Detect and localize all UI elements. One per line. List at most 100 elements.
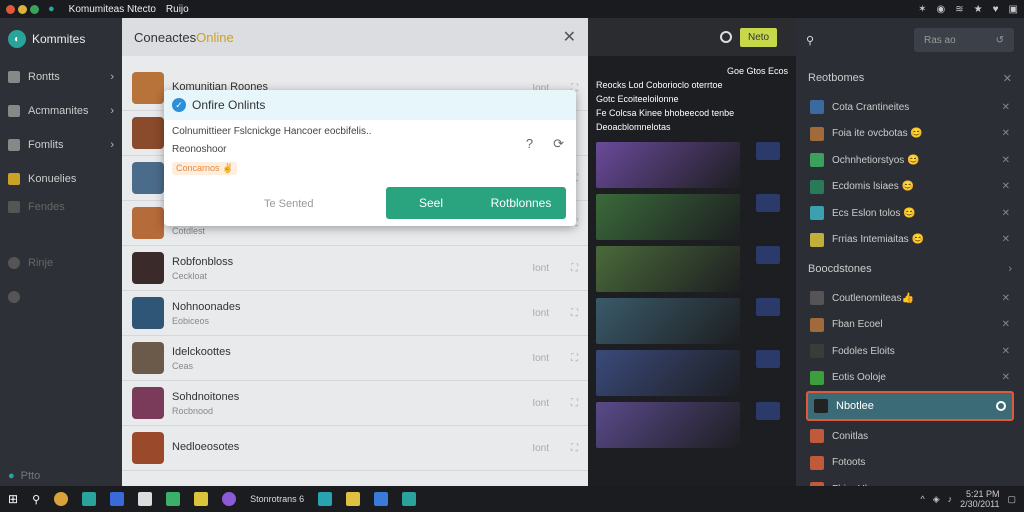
app-icon[interactable] — [194, 492, 209, 506]
next-button[interactable]: Neto — [740, 27, 778, 47]
pin-icon[interactable]: ✕ — [1002, 293, 1010, 304]
panel-item[interactable]: Conitlas — [796, 423, 1024, 450]
sidebar-extra-1[interactable]: Rinje — [0, 246, 122, 280]
help-icon[interactable]: ? — [526, 136, 533, 152]
pin-icon[interactable]: ✕ — [1002, 372, 1010, 383]
panel-item[interactable]: Fotoots — [796, 450, 1024, 477]
taskbar-app-label[interactable]: Stonrotrans 6 — [250, 494, 304, 504]
thumbnail-row[interactable] — [588, 194, 796, 246]
thumbnail-side[interactable] — [756, 402, 780, 420]
list-item[interactable]: Robfonbloss Ceckloat Iont ⛶ — [122, 246, 588, 291]
network-icon[interactable]: ◈ — [933, 494, 940, 505]
thumbnail-side[interactable] — [756, 246, 780, 264]
thumbnail-row[interactable] — [588, 298, 796, 350]
chevron-right-icon[interactable]: › — [1008, 263, 1012, 275]
pin-icon[interactable]: ✕ — [1002, 155, 1010, 166]
thumbnail[interactable] — [596, 194, 740, 240]
app-icon[interactable] — [402, 492, 417, 506]
thumbnail[interactable] — [596, 142, 740, 188]
panel-item[interactable]: Frrias Intemiaitas 😊 ✕ — [796, 227, 1024, 254]
thumbnail[interactable] — [596, 246, 740, 292]
expand-icon[interactable]: ⛶ — [571, 308, 578, 319]
highlighted-item[interactable]: Nbotlee — [806, 391, 1014, 421]
info-icon[interactable]: ◉ — [937, 4, 946, 15]
thumbnail[interactable] — [596, 298, 740, 344]
red-dot-icon[interactable] — [6, 4, 15, 14]
pin-icon[interactable]: ✕ — [1002, 128, 1010, 139]
sidebar-bottom[interactable]: ● Ptto — [8, 470, 40, 482]
folder-icon[interactable] — [346, 492, 361, 506]
pin-icon[interactable]: ✕ — [1002, 208, 1010, 219]
thumbnail-row[interactable] — [588, 246, 796, 298]
panel-item[interactable]: Fban Ecoel ✕ — [796, 312, 1024, 339]
app-icon[interactable] — [110, 492, 125, 506]
star-icon[interactable]: ✶ — [918, 4, 926, 15]
search-input[interactable]: Ras ao ↺ — [914, 28, 1014, 52]
primary-button[interactable]: Seel Rotblonnes — [386, 187, 566, 219]
thumbnail-side[interactable] — [756, 350, 780, 368]
expand-icon[interactable]: ⛶ — [571, 398, 578, 409]
volume-icon[interactable]: ♪ — [948, 494, 953, 504]
expand-icon[interactable]: ⛶ — [571, 263, 578, 274]
panel-item[interactable]: Coutlenomiteas👍 ✕ — [796, 285, 1024, 312]
chevron-up-icon[interactable]: ^ — [920, 494, 924, 504]
list-item[interactable]: Nedloeosotes Iont ⛶ — [122, 426, 588, 471]
sidebar-brand[interactable]: ◐ Kommites — [0, 18, 122, 60]
windows-icon[interactable]: ⊞ — [8, 492, 18, 506]
clock[interactable]: 5:21 PM 2/30/2011 — [960, 489, 999, 509]
panel-item[interactable]: Fodoles Eloits ✕ — [796, 338, 1024, 365]
panel-item[interactable]: Ecs Eslon tolos 😊 ✕ — [796, 200, 1024, 227]
record-icon[interactable] — [720, 31, 732, 43]
panel-item[interactable]: Ecdomis lsiaes 😊 ✕ — [796, 174, 1024, 201]
thumbnail-row[interactable] — [588, 350, 796, 402]
sidebar-item-2[interactable]: Acmmanites › — [0, 94, 122, 128]
bookmark-icon[interactable]: ★ — [974, 4, 983, 15]
panel-item[interactable]: Cota Crantineites ✕ — [796, 94, 1024, 121]
extension-icon[interactable]: ≋ — [955, 4, 963, 15]
section-header-1[interactable]: Reotbomes ✕ — [796, 62, 1024, 94]
expand-icon[interactable]: ⛶ — [571, 443, 578, 454]
list-item[interactable]: Idelckoottes Ceas Iont ⛶ — [122, 336, 588, 381]
close-icon[interactable]: ✕ — [563, 27, 576, 47]
thumbnail[interactable] — [596, 402, 740, 448]
thumbnail-side[interactable] — [756, 298, 780, 316]
refresh-icon[interactable]: ⟳ — [553, 136, 564, 152]
pin-icon[interactable]: ✕ — [1002, 102, 1010, 113]
app-icon[interactable] — [54, 492, 69, 506]
search-icon[interactable]: ⚲ — [806, 34, 814, 47]
panel-item[interactable]: Eotis Ooloje ✕ — [796, 365, 1024, 392]
close-icon[interactable]: ✕ — [1003, 72, 1012, 85]
app-icon[interactable] — [374, 492, 389, 506]
radio-icon[interactable] — [996, 401, 1006, 411]
green-dot-icon[interactable] — [30, 4, 39, 14]
sidebar-item-1[interactable]: Rontts › — [0, 60, 122, 94]
list-item[interactable]: Nohnoonades Eobiceos Iont ⛶ — [122, 291, 588, 336]
pin-icon[interactable]: ✕ — [1002, 234, 1010, 245]
sidebar-item-5[interactable]: Fendes — [0, 196, 122, 218]
app-icon[interactable] — [166, 492, 181, 506]
heart-icon[interactable]: ♥ — [993, 4, 999, 15]
app-icon[interactable] — [82, 492, 97, 506]
thumbnail-side[interactable] — [756, 142, 780, 160]
thumbnail-row[interactable] — [588, 402, 796, 454]
panel-item[interactable]: Ochnhetiorstyos 😊 ✕ — [796, 147, 1024, 174]
list-item[interactable]: Sohdnoitones Rocbnood Iont ⛶ — [122, 381, 588, 426]
thumbnail-side[interactable] — [756, 194, 780, 212]
thumbnail-row[interactable] — [588, 142, 796, 194]
expand-icon[interactable]: ⛶ — [571, 353, 578, 364]
search-icon[interactable]: ⚲ — [32, 493, 40, 506]
app-icon[interactable] — [222, 492, 237, 506]
thumbnail[interactable] — [596, 350, 740, 396]
app-icon[interactable] — [318, 492, 333, 506]
menu-ruijo[interactable]: Ruijo — [166, 4, 189, 15]
secondary-button[interactable]: Te Sented — [264, 198, 314, 210]
yellow-dot-icon[interactable] — [18, 4, 27, 14]
section-header-2[interactable]: Boocdstones › — [796, 253, 1024, 285]
app-icon[interactable] — [138, 492, 153, 506]
panel-item[interactable]: Foia ite ovcbotas 😊 ✕ — [796, 121, 1024, 148]
pin-icon[interactable]: ✕ — [1002, 319, 1010, 330]
mic-icon[interactable]: ↺ — [996, 35, 1004, 46]
sidebar-item-4[interactable]: Konuelies — [0, 162, 122, 196]
pin-icon[interactable]: ✕ — [1002, 181, 1010, 192]
profile-icon[interactable]: ▣ — [1009, 4, 1018, 15]
